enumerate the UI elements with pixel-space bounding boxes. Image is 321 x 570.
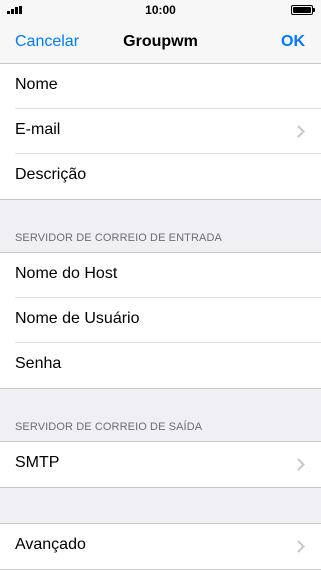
- email-row[interactable]: E-mail: [0, 109, 321, 154]
- incoming-server-header: SERVIDOR DE CORREIO DE ENTRADA: [0, 200, 321, 252]
- outgoing-server-group: SMTP: [0, 441, 321, 488]
- advanced-label: Avançado: [15, 536, 86, 553]
- outgoing-server-header: SERVIDOR DE CORREIO DE SAÍDA: [0, 389, 321, 441]
- smtp-row[interactable]: SMTP: [0, 442, 321, 487]
- outgoing-server-header-text: SERVIDOR DE CORREIO DE SAÍDA: [15, 421, 203, 433]
- status-bar: 10:00: [0, 0, 321, 20]
- advanced-row[interactable]: Avançado: [0, 524, 321, 569]
- name-row[interactable]: Nome: [0, 64, 321, 109]
- description-label: Descrição: [15, 166, 87, 183]
- host-name-row[interactable]: Nome do Host: [0, 253, 321, 298]
- cancel-button[interactable]: Cancelar: [15, 33, 79, 51]
- chevron-right-icon: [297, 125, 305, 138]
- smtp-label: SMTP: [15, 454, 60, 471]
- status-time: 10:00: [145, 3, 176, 17]
- incoming-server-group: Nome do Host Nome de Usuário Senha: [0, 252, 321, 389]
- advanced-group: Avançado: [0, 523, 321, 570]
- account-group: Nome E-mail Descrição: [0, 64, 321, 200]
- name-label: Nome: [15, 76, 58, 93]
- username-label: Nome de Usuário: [15, 310, 140, 327]
- incoming-server-header-text: SERVIDOR DE CORREIO DE ENTRADA: [15, 232, 222, 244]
- description-row[interactable]: Descrição: [0, 154, 321, 199]
- host-name-label: Nome do Host: [15, 265, 118, 282]
- settings-list: Nome E-mail Descrição SERVIDOR DE CORREI…: [0, 64, 321, 570]
- chevron-right-icon: [297, 458, 305, 471]
- password-label: Senha: [15, 355, 62, 372]
- email-label: E-mail: [15, 121, 61, 138]
- chevron-right-icon: [297, 540, 305, 553]
- navigation-bar: Cancelar Groupwm OK: [0, 20, 321, 64]
- battery-icon: [291, 5, 315, 15]
- ok-button[interactable]: OK: [281, 33, 305, 51]
- username-row[interactable]: Nome de Usuário: [0, 298, 321, 343]
- password-row[interactable]: Senha: [0, 343, 321, 388]
